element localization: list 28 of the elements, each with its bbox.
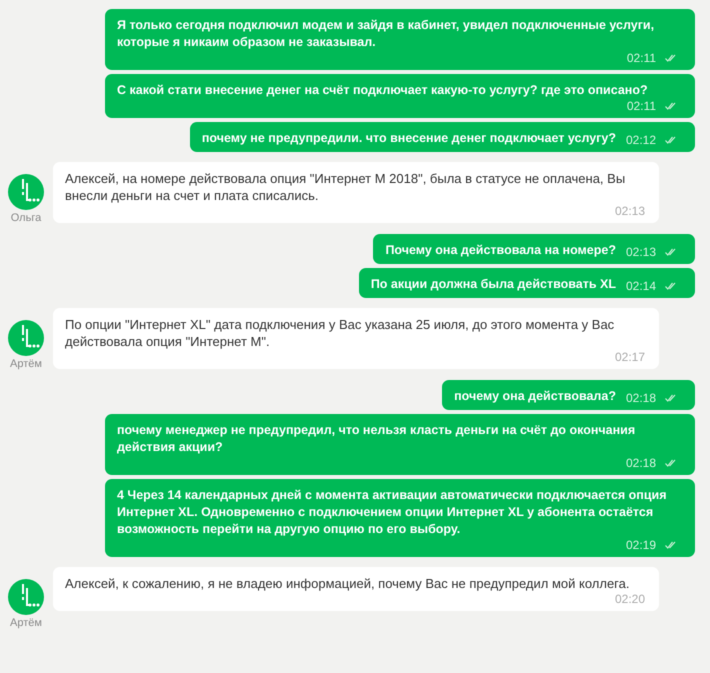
message-text: С какой стати внесение денег на счёт подключает какую-то услугу? где это описано?	[117, 82, 648, 99]
avatar-icon	[8, 174, 44, 210]
message-time: 02:19	[626, 538, 656, 552]
agent-name: Артём	[10, 617, 42, 629]
message-time: 02:11	[626, 51, 656, 65]
message-time: 02:18	[626, 456, 656, 470]
message-text: По опции "Интернет XL" дата подключения у Вас указана 25 июля, до этого момента у Вас действовала опция "Интернет M".	[65, 316, 616, 350]
message-text: почему она действовала?	[454, 388, 616, 405]
agent-name: Артём	[10, 358, 42, 370]
message-time: 02:13	[626, 245, 656, 259]
message-time: 02:12	[626, 133, 656, 147]
message-time: 02:11	[626, 99, 656, 113]
message-text: Почему она действовала на номере?	[385, 242, 616, 259]
avatar-icon	[8, 579, 44, 615]
avatar-icon	[8, 320, 44, 356]
message-text: почему не предупредили. что внесение денег подключает услугу?	[202, 130, 616, 147]
message-time: 02:14	[626, 279, 656, 293]
agent-name: Ольга	[10, 212, 42, 224]
message-time: 02:18	[626, 391, 656, 405]
message-text: Я только сегодня подключил модем и зайдя в кабинет, увидел подключенные услуги, которые я никаим образом не заказывал.	[117, 17, 656, 51]
message-text: Алексей, к сожалению, я не владею информацией, почему Вас не предупредил мой коллега.	[65, 575, 630, 592]
message-text: Алексей, на номере действовала опция "Интернет M 2018", была в статусе не оплачена, Вы внесли деньги на счет и плата списались.	[65, 170, 626, 204]
message-text: По акции должна была действовать XL	[370, 276, 616, 293]
message-time: 02:13	[614, 204, 645, 218]
message-text: почему менеджер не предупредил, что нельзя класть деньги на счёт до окончания действия акции?	[117, 422, 636, 456]
message-time: 02:17	[614, 350, 645, 364]
message-text: 4 Через 14 календарных дней с момента активации автоматически подключается опция Интернет XL. Одновременно с подключением опции Интернет XL у абонента остаётся возможность перейти на другую опцию по его выбору.	[117, 487, 668, 538]
message-time: 02:20	[614, 592, 645, 606]
